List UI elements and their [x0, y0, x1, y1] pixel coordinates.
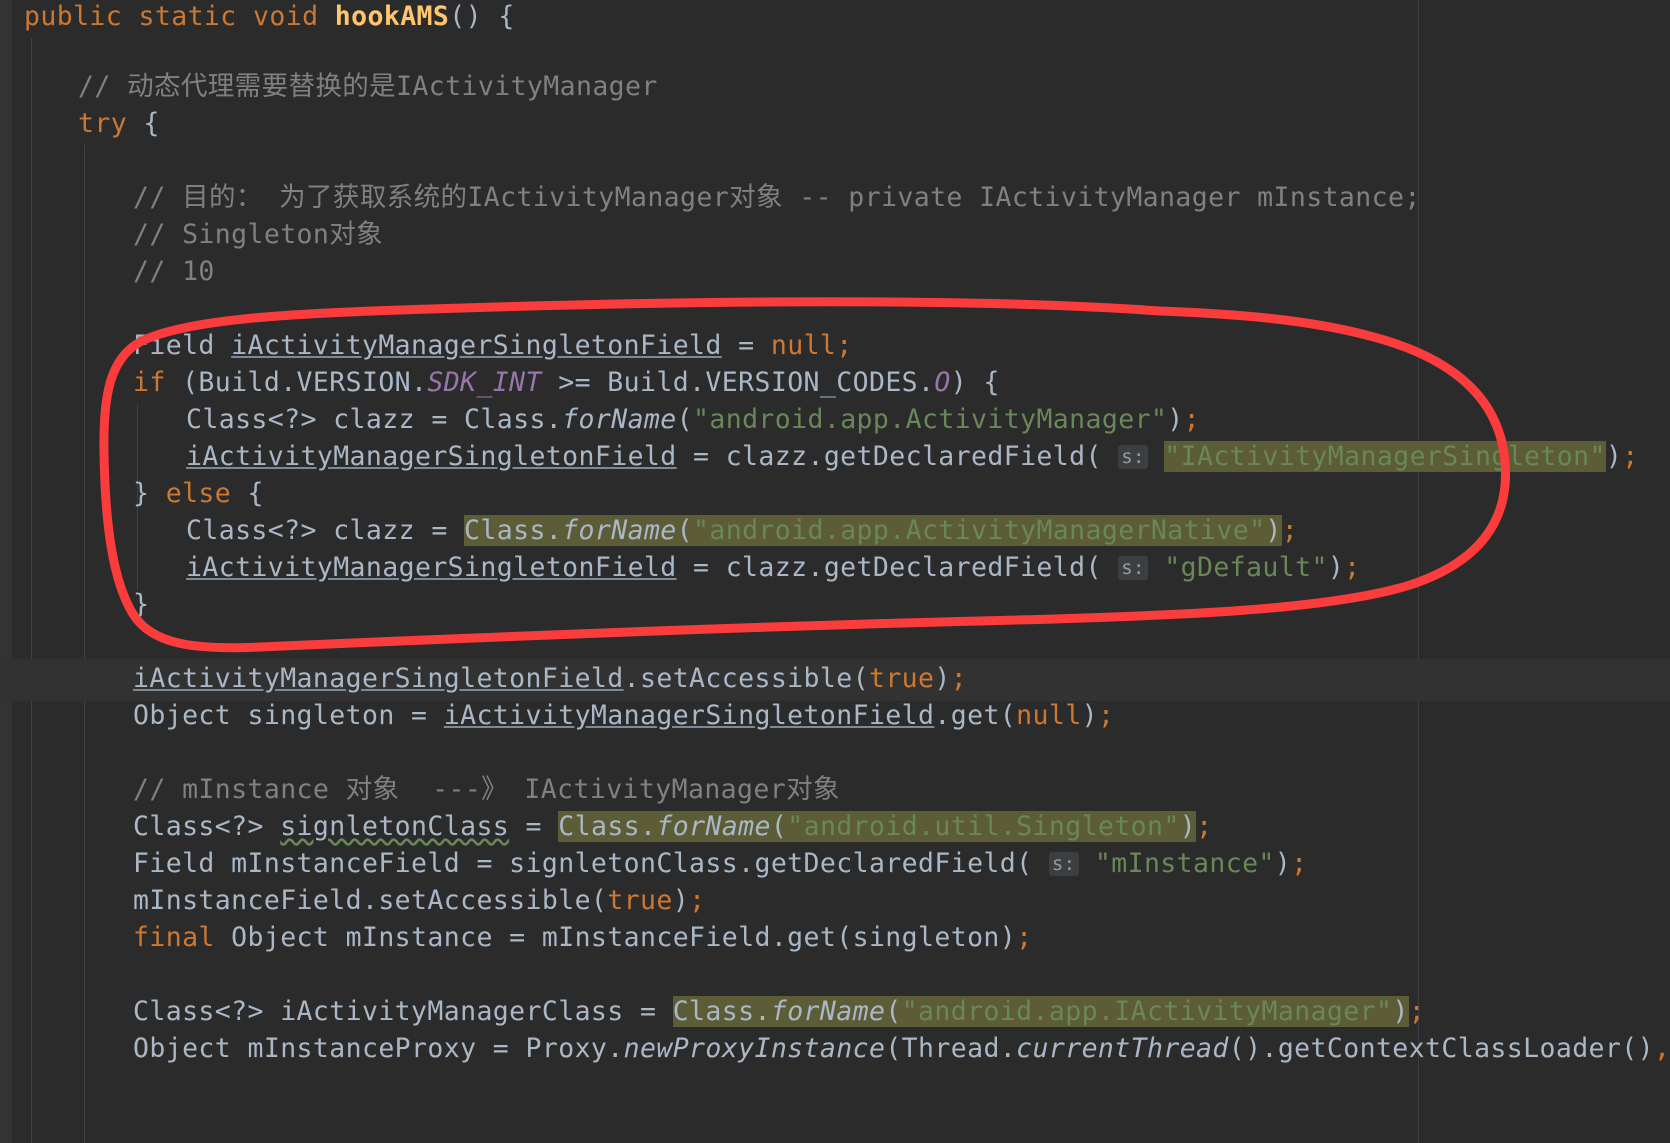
code-line[interactable]: iActivityManagerSingletonField.setAccess…	[0, 660, 967, 697]
code-line[interactable]: mInstanceField.setAccessible(true);	[0, 882, 705, 919]
code-line[interactable]: Field iActivityManagerSingletonField = n…	[0, 327, 853, 364]
code-line[interactable]: public static void hookAMS() {	[0, 0, 515, 35]
code-content[interactable]: public static void hookAMS() { // 动态代理需要…	[0, 0, 1670, 1143]
spell-warning-token: signletonClass	[280, 811, 510, 842]
parameter-hint: s:	[1048, 852, 1079, 876]
code-line[interactable]: Class<?> clazz = Class.forName("android.…	[0, 512, 1298, 549]
code-line[interactable]: Field mInstanceField = signletonClass.ge…	[0, 845, 1308, 882]
code-line[interactable]: if (Build.VERSION.SDK_INT >= Build.VERSI…	[0, 364, 1000, 401]
code-line[interactable]: } else {	[0, 475, 264, 512]
code-line[interactable]: Class<?> signletonClass = Class.forName(…	[0, 808, 1212, 845]
parameter-hint: s:	[1118, 445, 1148, 469]
code-line[interactable]: Object singleton = iActivityManagerSingl…	[0, 697, 1114, 734]
code-line[interactable]: iActivityManagerSingletonField = clazz.g…	[0, 549, 1361, 586]
code-line[interactable]: iActivityManagerSingletonField = clazz.g…	[0, 438, 1639, 475]
code-line[interactable]: // 动态代理需要替换的是IActivityManager	[0, 68, 658, 105]
parameter-hint: s:	[1118, 556, 1148, 580]
code-line[interactable]: // 10	[0, 253, 215, 290]
code-line[interactable]	[0, 1105, 312, 1142]
code-line[interactable]: Class<?> clazz = Class.forName("android.…	[0, 401, 1200, 438]
code-line[interactable]: // mInstance 对象 ---》 IActivityManager对象	[0, 771, 840, 808]
code-line[interactable]: Object mInstanceProxy = Proxy.newProxyIn…	[0, 1030, 1670, 1067]
code-line[interactable]: // Singleton对象	[0, 216, 383, 253]
code-line[interactable]: // 目的： 为了获取系统的IActivityManager对象 -- priv…	[0, 179, 1421, 216]
code-editor[interactable]: public static void hookAMS() { // 动态代理需要…	[0, 0, 1670, 1143]
code-line[interactable]: try {	[0, 105, 160, 142]
code-line[interactable]: }	[0, 586, 149, 623]
code-line[interactable]: final Object mInstance = mInstanceField.…	[0, 919, 1033, 956]
code-line[interactable]: Class<?> iActivityManagerClass = Class.f…	[0, 993, 1425, 1030]
